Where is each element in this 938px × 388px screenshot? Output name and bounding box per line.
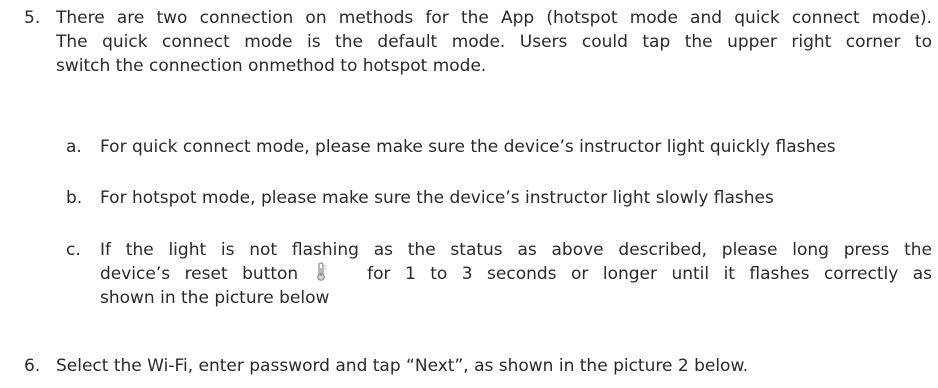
list-text: For quick connect mode, please make sure… — [100, 135, 932, 159]
text-line: switch the connection onmethod to hotspo… — [56, 56, 487, 76]
thermometer-icon — [313, 262, 353, 282]
list-text: There are two connection on methods for … — [56, 6, 932, 78]
text-line: shown in the picture below — [100, 288, 330, 308]
text-line: For hotspot mode, please make sure the d… — [100, 188, 774, 208]
list-letter: a. — [66, 137, 82, 157]
text-line: If the light is not flashing as the stat… — [100, 240, 932, 260]
list-letter: c. — [66, 240, 81, 260]
list-number: 5. — [24, 8, 41, 28]
text-fragment: for 1 to 3 seconds or longer until it fl… — [367, 264, 933, 284]
list-text: If the light is not flashing as the stat… — [100, 238, 932, 310]
list-text: Select the Wi-Fi, enter password and tap… — [56, 354, 932, 378]
list-text: For hotspot mode, please make sure the d… — [100, 186, 932, 210]
text-line: There are two connection on methods for … — [56, 8, 932, 28]
text-line: The quick connect mode is the default mo… — [56, 32, 932, 52]
text-fragment: device’s reset button — [100, 264, 299, 284]
list-number: 6. — [24, 356, 41, 376]
text-line: For quick connect mode, please make sure… — [100, 137, 836, 157]
text-line: Select the Wi-Fi, enter password and tap… — [56, 356, 749, 376]
text-line: device’s reset button for 1 to 3 seconds… — [100, 262, 932, 286]
list-letter: b. — [66, 188, 83, 208]
